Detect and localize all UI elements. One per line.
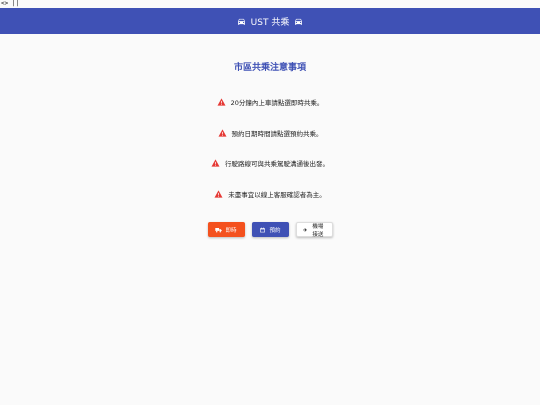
notice-item-text: 預約日期時間請點選預約共乘。: [231, 130, 323, 138]
reserve-label: 預約: [269, 227, 281, 234]
notice-item: 預約日期時間請點選預約共乘。: [0, 128, 540, 138]
warning-icon: [211, 159, 220, 167]
app-page: <> || UST 共乘 市區共乘注意事項 20分鐘內上車請點選即時共乘。 預約…: [0, 0, 540, 405]
notice-item-text: 行駛路線可與共乘駕駛溝通後出發。: [225, 160, 329, 168]
airplane-icon: [302, 227, 307, 232]
airport-transfer-button[interactable]: 機場接送: [295, 222, 333, 238]
instant-carpool-button[interactable]: 即時: [207, 222, 245, 237]
truck-icon: [215, 227, 223, 232]
notice-item-text: 20分鐘內上車請點選即時共乘。: [230, 99, 324, 107]
notice-item-text: 未盡事宜以線上客服確認者為主。: [228, 191, 326, 199]
car-icon: [237, 18, 245, 25]
instant-carpool-label: 即時: [225, 227, 237, 234]
app-title: UST 共乘: [250, 17, 290, 28]
warning-icon: [214, 190, 223, 198]
reserve-button[interactable]: 預約: [251, 222, 289, 237]
car-icon: [295, 18, 303, 25]
calendar-icon: [260, 227, 266, 232]
notice-item: 行駛路線可與共乘駕駛溝通後出發。: [0, 158, 540, 168]
app-header: UST 共乘: [0, 8, 540, 34]
notice-title: 市區共乘注意事項: [233, 63, 306, 73]
action-buttons: 即時 預約 機場接送: [0, 222, 540, 238]
warning-icon: [218, 129, 226, 137]
notice-item: 未盡事宜以線上客服確認者為主。: [0, 189, 540, 199]
notice-item: 20分鐘內上車請點選即時共乘。: [0, 97, 540, 107]
warning-icon: [217, 98, 226, 106]
code-fragment: <> ||: [1, 0, 20, 7]
airport-transfer-label: 機場接送: [312, 223, 324, 238]
